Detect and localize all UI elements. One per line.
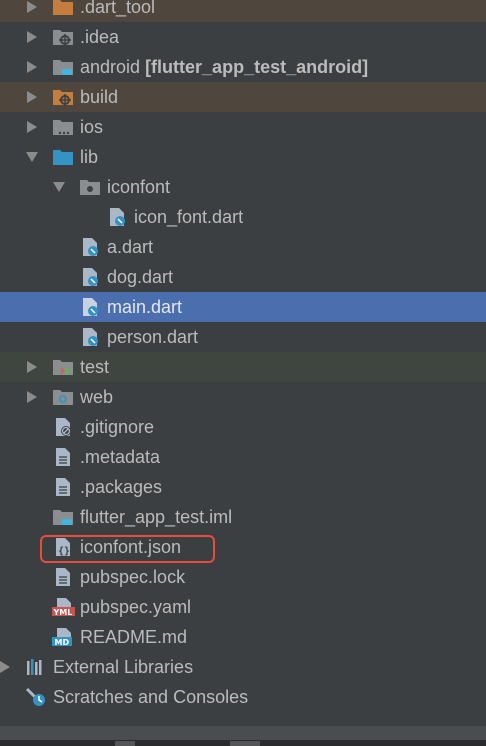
folder-orange-icon	[52, 87, 74, 107]
tree-item-label: External Libraries	[53, 657, 194, 677]
gitignore-file-icon	[52, 417, 74, 437]
tree-item-main-dart[interactable]: main.dart	[0, 292, 486, 322]
tree-item-iml[interactable]: flutter_app_test.iml	[0, 502, 486, 532]
folder-web-icon	[52, 387, 74, 407]
tree-item-label: .metadata	[80, 447, 161, 467]
markdown-badge-text: MD	[55, 638, 70, 647]
collapse-arrow-icon[interactable]	[25, 142, 39, 172]
folder-idea-icon	[52, 27, 74, 47]
iml-file-icon	[52, 507, 74, 527]
text-file-icon	[52, 447, 74, 467]
dart-file-icon	[79, 237, 101, 257]
tree-item-icon-font-dart[interactable]: icon_font.dart	[0, 202, 486, 232]
tree-item-label: pubspec.lock	[80, 567, 186, 587]
folder-ios-icon	[52, 117, 74, 137]
tree-item-label: .gitignore	[80, 417, 155, 437]
dart-file-icon	[79, 327, 101, 347]
folder-orange-icon	[52, 0, 74, 17]
tree-item-label: build	[80, 87, 119, 107]
libraries-icon	[25, 657, 47, 677]
tree-item-label: icon_font.dart	[134, 207, 244, 227]
tree-item-metadata[interactable]: .metadata	[0, 442, 486, 472]
tree-item-label: person.dart	[107, 327, 199, 347]
tree-item-idea[interactable]: .idea	[0, 22, 486, 52]
annotation-highlight-box	[40, 535, 215, 563]
text-file-icon	[52, 567, 74, 587]
text-file-icon	[52, 477, 74, 497]
tree-item-label: Scratches and Consoles	[53, 687, 249, 707]
tree-item-label: web	[80, 387, 114, 407]
dart-file-icon	[79, 267, 101, 287]
tree-item-build[interactable]: build	[0, 82, 486, 112]
tree-item-dart-tool[interactable]: .dart_tool	[0, 0, 486, 22]
dart-file-icon	[106, 207, 128, 227]
tree-item-android[interactable]: android [flutter_app_test_android]	[0, 52, 486, 82]
tree-item-label: ios	[80, 117, 104, 137]
expand-arrow-icon[interactable]	[25, 82, 39, 112]
tree-item-label: main.dart	[107, 297, 183, 317]
project-tree: .dart_tool .idea android [flutter_app_te…	[0, 0, 486, 712]
expand-arrow-icon[interactable]	[25, 352, 39, 382]
tree-item-readme[interactable]: MD README.md	[0, 622, 486, 652]
collapse-arrow-icon[interactable]	[52, 172, 66, 202]
bottom-toolbar-edge	[0, 740, 486, 746]
tree-item-pubspec-yaml[interactable]: YML pubspec.yaml	[0, 592, 486, 622]
tree-item-label: .packages	[80, 477, 163, 497]
tree-item-test[interactable]: test	[0, 352, 486, 382]
package-folder-icon	[79, 177, 101, 197]
markdown-file-icon: MD	[52, 627, 74, 647]
tree-item-dog-dart[interactable]: dog.dart	[0, 262, 486, 292]
module-qualifier: [flutter_app_test_android]	[145, 57, 369, 77]
tree-item-label: flutter_app_test.iml	[80, 507, 233, 527]
folder-test-icon	[52, 357, 74, 377]
toolbar-edge-icon	[230, 741, 260, 746]
tree-item-gitignore[interactable]: .gitignore	[0, 412, 486, 442]
yaml-badge-text: YML	[53, 608, 73, 617]
tree-item-label: iconfont	[107, 177, 171, 197]
tree-item-label: android [flutter_app_test_android]	[80, 52, 368, 82]
expand-arrow-icon[interactable]	[25, 52, 39, 82]
expand-arrow-icon[interactable]	[0, 652, 12, 682]
yaml-file-icon: YML	[52, 597, 75, 617]
expand-arrow-icon[interactable]	[25, 22, 39, 52]
tree-item-scratches[interactable]: Scratches and Consoles	[0, 682, 486, 712]
scratches-icon	[25, 687, 47, 707]
tree-item-label: a.dart	[107, 237, 154, 257]
module-name: android	[80, 57, 141, 77]
tree-item-label: test	[80, 357, 110, 377]
expand-arrow-icon[interactable]	[25, 382, 39, 412]
tree-item-a-dart[interactable]: a.dart	[0, 232, 486, 262]
tree-item-packages[interactable]: .packages	[0, 472, 486, 502]
tree-item-label: pubspec.yaml	[80, 597, 192, 617]
tree-item-label: README.md	[80, 627, 188, 647]
tree-item-label: .idea	[80, 27, 120, 47]
tree-item-lib[interactable]: lib	[0, 142, 486, 172]
tree-item-pubspec-lock[interactable]: pubspec.lock	[0, 562, 486, 592]
tree-item-person-dart[interactable]: person.dart	[0, 322, 486, 352]
tree-item-external-libraries[interactable]: External Libraries	[0, 652, 486, 682]
tree-item-iconfont[interactable]: iconfont	[0, 172, 486, 202]
tree-item-label: lib	[80, 147, 99, 167]
expand-arrow-icon[interactable]	[25, 0, 39, 22]
folder-source-icon	[52, 147, 74, 167]
toolbar-edge-icon	[115, 741, 135, 746]
dart-file-icon	[79, 297, 101, 317]
tree-item-label: dog.dart	[107, 267, 174, 287]
folder-module-icon	[52, 57, 74, 77]
tree-item-label: .dart_tool	[80, 0, 156, 17]
scrollbar-track[interactable]	[0, 726, 486, 740]
tree-item-ios[interactable]: ios	[0, 112, 486, 142]
expand-arrow-icon[interactable]	[25, 112, 39, 142]
tree-item-web[interactable]: web	[0, 382, 486, 412]
